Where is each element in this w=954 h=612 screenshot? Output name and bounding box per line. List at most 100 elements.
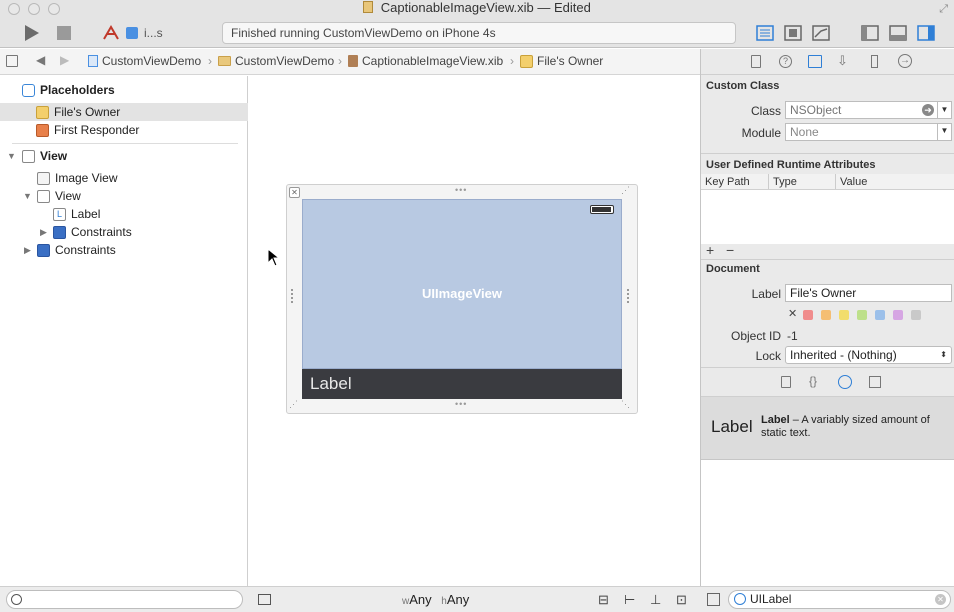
code-snippet-library-icon[interactable]: {} (809, 374, 817, 388)
outline-item-image-view[interactable]: Image View (0, 169, 248, 187)
filter-icon (734, 593, 746, 605)
class-input[interactable] (785, 101, 939, 119)
quick-help-icon[interactable]: ? (779, 55, 792, 68)
stack-icon[interactable]: ⊟ (598, 592, 609, 608)
outline-item-first-responder[interactable]: First Responder (0, 121, 248, 139)
forward-arrow-icon[interactable]: ▶ (60, 53, 69, 67)
color-label-purple[interactable] (893, 310, 903, 320)
color-label-green[interactable] (857, 310, 867, 320)
color-label-red[interactable] (803, 310, 813, 320)
clear-color-label-icon[interactable]: ✕ (788, 307, 797, 320)
resize-handle-right[interactable] (627, 289, 630, 303)
remove-attribute-button[interactable]: − (726, 242, 734, 258)
col-keypath[interactable]: Key Path (705, 176, 750, 188)
runtime-attributes-table-body[interactable] (701, 190, 954, 244)
outline-item-constraints-inner[interactable]: ▶ Constraints (0, 223, 248, 241)
run-button[interactable] (18, 22, 44, 44)
first-responder-cube-icon (36, 123, 49, 137)
standard-editor-button[interactable] (754, 22, 776, 44)
col-value[interactable]: Value (840, 176, 867, 188)
doc-label-input[interactable] (785, 284, 952, 302)
project-icon (88, 55, 98, 67)
crumb-group[interactable]: CustomViewDemo (218, 54, 334, 68)
image-view[interactable]: UIImageView (302, 199, 622, 369)
outline-divider (12, 143, 238, 144)
caption-label[interactable]: Label (302, 369, 622, 399)
disclosure-open-icon[interactable]: ▼ (7, 151, 16, 161)
color-label-orange[interactable] (821, 310, 831, 320)
library-item-label[interactable]: Label Label – A variably sized amount of… (701, 397, 954, 460)
assistant-editor-button[interactable] (782, 22, 804, 44)
image-view-icon (37, 171, 50, 185)
library-list[interactable] (701, 460, 954, 587)
outline-item-view-root[interactable]: ▼ View (0, 147, 248, 165)
bottom-bar: wAny hAny ⊟ ⊢ ⊥ ⊡ UILabel ✕ (0, 586, 954, 612)
view-icon (22, 149, 35, 163)
close-window-button[interactable] (8, 3, 20, 15)
identity-inspector-icon[interactable] (808, 55, 822, 68)
color-label-yellow[interactable] (839, 310, 849, 320)
size-inspector-icon[interactable] (871, 55, 878, 68)
fullscreen-icon[interactable]: ⤢ (939, 1, 948, 17)
toggle-debug-area-button[interactable] (888, 22, 908, 44)
outline-item-label: File's Owner (54, 105, 121, 119)
class-dropdown-button[interactable]: ▼ (937, 101, 952, 119)
resolve-issues-icon[interactable]: ⊡ (676, 592, 687, 608)
doc-label-label: Label (751, 287, 781, 301)
resize-handle-bottom-right[interactable]: ⋱ (621, 399, 630, 410)
attributes-inspector-icon[interactable]: ⇩ (837, 53, 848, 69)
outline-filter-field[interactable] (6, 590, 243, 609)
interface-builder-canvas[interactable]: ✕ ••• ••• ⋰ ⋰ ⋱ UIImageView Label (249, 76, 700, 586)
close-scene-icon[interactable]: ✕ (289, 187, 300, 198)
align-icon[interactable]: ⊢ (624, 592, 635, 608)
toggle-navigator-button[interactable] (860, 22, 880, 44)
outline-item-files-owner[interactable]: File's Owner (0, 103, 248, 121)
resize-handle-top-right[interactable]: ⋰ (621, 185, 630, 196)
color-label-gray[interactable] (911, 310, 921, 320)
hide-outline-icon[interactable] (258, 594, 271, 605)
crumb-project[interactable]: CustomViewDemo (88, 54, 201, 68)
outline-item-view-child[interactable]: ▼ View (0, 187, 248, 205)
disclosure-open-icon[interactable]: ▼ (23, 191, 32, 201)
grid-view-icon[interactable] (707, 593, 720, 606)
clear-filter-icon[interactable]: ✕ (935, 594, 946, 605)
crumb-file[interactable]: CaptionableImageView.xib (348, 54, 503, 68)
pin-icon[interactable]: ⊥ (650, 592, 661, 608)
size-class-control[interactable]: wAny hAny (402, 592, 469, 607)
stop-button[interactable] (52, 22, 76, 44)
disclosure-closed-icon[interactable]: ▶ (40, 227, 47, 238)
object-library-icon[interactable] (838, 375, 852, 389)
version-editor-button[interactable] (810, 22, 832, 44)
library-item-description: Label – A variably sized amount of stati… (761, 414, 951, 440)
outline-item-label[interactable]: L Label (0, 205, 248, 223)
outline-item-label: View (55, 189, 81, 203)
col-type[interactable]: Type (773, 176, 797, 188)
view-container-frame[interactable]: ✕ ••• ••• ⋰ ⋰ ⋱ UIImageView Label (286, 184, 638, 414)
go-to-class-arrow-icon[interactable]: ➜ (922, 104, 934, 116)
assistant-editor-icon (784, 25, 802, 41)
back-arrow-icon[interactable]: ◀ (36, 53, 45, 67)
resize-handle-top[interactable]: ••• (455, 185, 467, 195)
resize-handle-bottom[interactable]: ••• (455, 399, 467, 409)
file-template-library-icon[interactable] (781, 376, 791, 388)
object-id-label: Object ID (730, 329, 781, 343)
resize-handle-bottom-left[interactable]: ⋰ (289, 399, 298, 410)
library-filter-field[interactable]: UILabel ✕ (728, 590, 951, 609)
connections-inspector-icon[interactable]: → (898, 54, 912, 68)
zoom-window-button[interactable] (48, 3, 60, 15)
outline-item-constraints-outer[interactable]: ▶ Constraints (0, 241, 248, 259)
add-attribute-button[interactable]: + (706, 242, 714, 258)
resize-handle-left[interactable] (291, 289, 294, 303)
crumb-object[interactable]: File's Owner (520, 54, 603, 68)
lock-popup[interactable]: Inherited - (Nothing) ⬍ (785, 346, 952, 364)
file-inspector-icon[interactable] (751, 55, 761, 68)
related-items-icon[interactable] (6, 55, 18, 67)
scheme-selector[interactable]: i...s (102, 22, 180, 44)
toggle-utilities-button[interactable] (916, 22, 936, 44)
module-select[interactable]: None ▼ (785, 123, 952, 141)
disclosure-closed-icon[interactable]: ▶ (24, 245, 31, 256)
media-library-icon[interactable] (869, 376, 881, 388)
color-label-blue[interactable] (875, 310, 885, 320)
crumb-separator: › (338, 54, 342, 68)
minimize-window-button[interactable] (28, 3, 40, 15)
